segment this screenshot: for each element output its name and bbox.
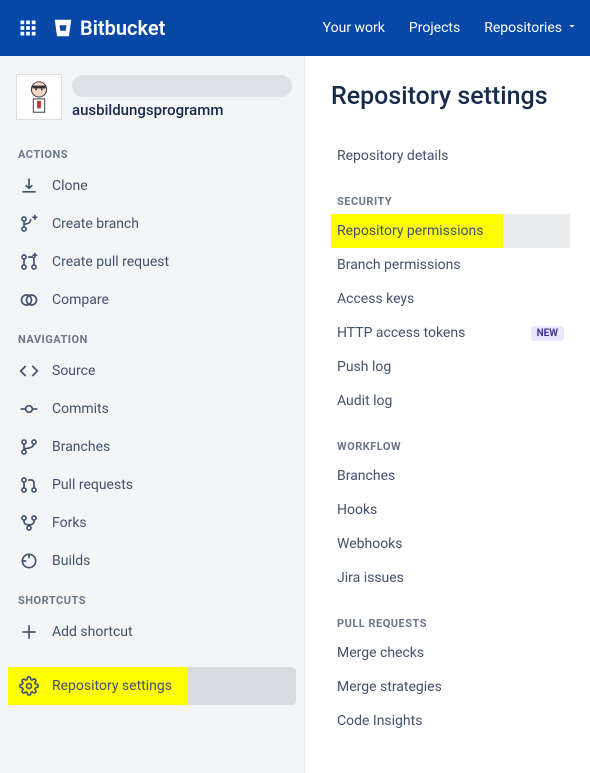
- pr-plus-icon: [18, 251, 40, 273]
- sidebar-item-pull-requests[interactable]: Pull requests: [8, 466, 296, 504]
- fork-icon: [18, 512, 40, 534]
- nav-repositories-label: Repositories: [484, 20, 562, 36]
- settings-link-jira-issues[interactable]: Jira issues: [331, 561, 570, 595]
- settings-section-security: SECURITY: [331, 173, 570, 214]
- sidebar-item-label: Repository settings: [52, 678, 172, 694]
- settings-link-push-log[interactable]: Push log: [331, 350, 570, 384]
- sidebar-item-branches[interactable]: Branches: [8, 428, 296, 466]
- app-switcher-icon[interactable]: [12, 12, 44, 44]
- avatar[interactable]: [16, 74, 62, 120]
- chevron-down-icon: [566, 20, 578, 36]
- sidebar-item-label: Create pull request: [52, 254, 169, 270]
- settings-link-audit-log[interactable]: Audit log: [331, 384, 570, 418]
- repo-name: ausbildungsprogramm: [72, 101, 292, 119]
- nav-projects[interactable]: Projects: [409, 20, 460, 36]
- settings-link-merge-strategies[interactable]: Merge strategies: [331, 670, 570, 704]
- compare-icon: [18, 289, 40, 311]
- sidebar-item-label: Forks: [52, 515, 87, 531]
- sidebar-item-label: Source: [52, 363, 95, 379]
- settings-link-merge-checks[interactable]: Merge checks: [331, 636, 570, 670]
- settings-link-branch-permissions[interactable]: Branch permissions: [331, 248, 570, 282]
- sidebar-item-builds[interactable]: Builds: [8, 542, 296, 580]
- sidebar-item-clone[interactable]: Clone: [8, 167, 296, 205]
- sidebar-item-label: Create branch: [52, 216, 139, 232]
- settings-link-hooks[interactable]: Hooks: [331, 493, 570, 527]
- sidebar-item-add-shortcut[interactable]: Add shortcut: [8, 613, 296, 651]
- sidebar-item-source[interactable]: Source: [8, 352, 296, 390]
- sidebar-item-repository-settings[interactable]: Repository settings: [8, 667, 296, 705]
- builds-icon: [18, 550, 40, 572]
- pr-icon: [18, 474, 40, 496]
- settings-link-access-keys[interactable]: Access keys: [331, 282, 570, 316]
- section-shortcuts: SHORTCUTS: [8, 580, 296, 613]
- sidebar-item-label: Compare: [52, 292, 109, 308]
- section-navigation: NAVIGATION: [8, 319, 296, 352]
- top-header: Bitbucket Your work Projects Repositorie…: [0, 0, 590, 56]
- plus-icon: [18, 621, 40, 643]
- settings-panel: Repository settings Repository details S…: [305, 56, 590, 773]
- commit-icon: [18, 398, 40, 420]
- page-title: Repository settings: [331, 82, 570, 111]
- sidebar-item-label: Clone: [52, 178, 88, 194]
- sidebar-item-create-branch[interactable]: Create branch: [8, 205, 296, 243]
- gear-icon: [18, 675, 40, 697]
- nav-your-work[interactable]: Your work: [323, 20, 385, 36]
- settings-link-code-insights[interactable]: Code Insights: [331, 704, 570, 738]
- project-pill[interactable]: [72, 75, 292, 97]
- settings-section-pull-requests: PULL REQUESTS: [331, 595, 570, 636]
- branch-plus-icon: [18, 213, 40, 235]
- sidebar-item-commits[interactable]: Commits: [8, 390, 296, 428]
- section-actions: ACTIONS: [8, 134, 296, 167]
- sidebar-item-label: Pull requests: [52, 477, 133, 493]
- sidebar-item-create-pr[interactable]: Create pull request: [8, 243, 296, 281]
- sidebar-item-compare[interactable]: Compare: [8, 281, 296, 319]
- settings-link-repository-details[interactable]: Repository details: [331, 139, 570, 173]
- repo-header: ausbildungsprogramm: [8, 68, 296, 134]
- sidebar-item-forks[interactable]: Forks: [8, 504, 296, 542]
- sidebar-item-label: Branches: [52, 439, 110, 455]
- settings-link-http-access-tokens[interactable]: HTTP access tokens NEW: [331, 316, 570, 350]
- bitbucket-logo[interactable]: Bitbucket: [52, 16, 165, 40]
- branch-icon: [18, 436, 40, 458]
- nav-repositories[interactable]: Repositories: [484, 20, 578, 36]
- sidebar-item-label: Add shortcut: [52, 624, 133, 640]
- sidebar: ausbildungsprogramm ACTIONS Clone Create…: [0, 56, 305, 773]
- clone-icon: [18, 175, 40, 197]
- settings-link-repository-permissions[interactable]: Repository permissions: [331, 214, 570, 248]
- settings-section-workflow: WORKFLOW: [331, 418, 570, 459]
- settings-link-workflow-branches[interactable]: Branches: [331, 459, 570, 493]
- code-icon: [18, 360, 40, 382]
- new-badge: NEW: [531, 326, 564, 341]
- brand-text: Bitbucket: [80, 16, 165, 40]
- sidebar-item-label: Builds: [52, 553, 90, 569]
- top-nav: Your work Projects Repositories: [323, 20, 578, 36]
- settings-link-webhooks[interactable]: Webhooks: [331, 527, 570, 561]
- sidebar-item-label: Commits: [52, 401, 109, 417]
